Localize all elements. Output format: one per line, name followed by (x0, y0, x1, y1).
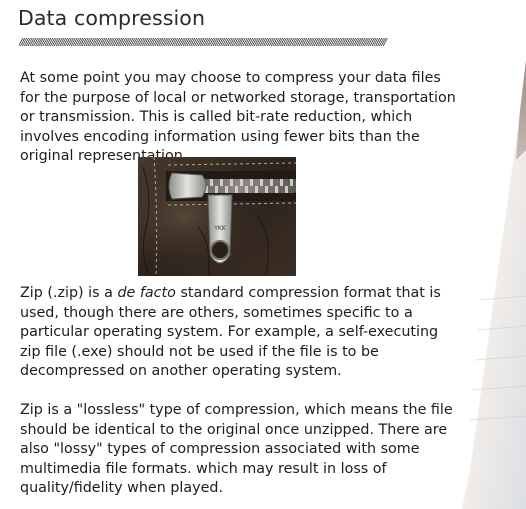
paragraph-lossless: Zip is a "lossless" type of compression,… (20, 402, 453, 497)
zipper-photo: YKK (138, 157, 296, 276)
paragraph-zip-format: Zip (.zip) is a de facto standard compre… (20, 284, 460, 382)
title-divider: ////////////////////////////////////////… (19, 37, 387, 48)
zipper-pull-label: YKK (213, 225, 227, 232)
zipper-illustration: YKK (138, 157, 296, 276)
paragraph-bit-rate-reduction: At some point you may choose to compress… (20, 70, 456, 165)
paragraph-zip-format-italic: de facto (117, 285, 176, 301)
page-title: Data compression (18, 6, 206, 30)
paragraph-zip-format-start: Zip (.zip) is a (20, 285, 118, 301)
